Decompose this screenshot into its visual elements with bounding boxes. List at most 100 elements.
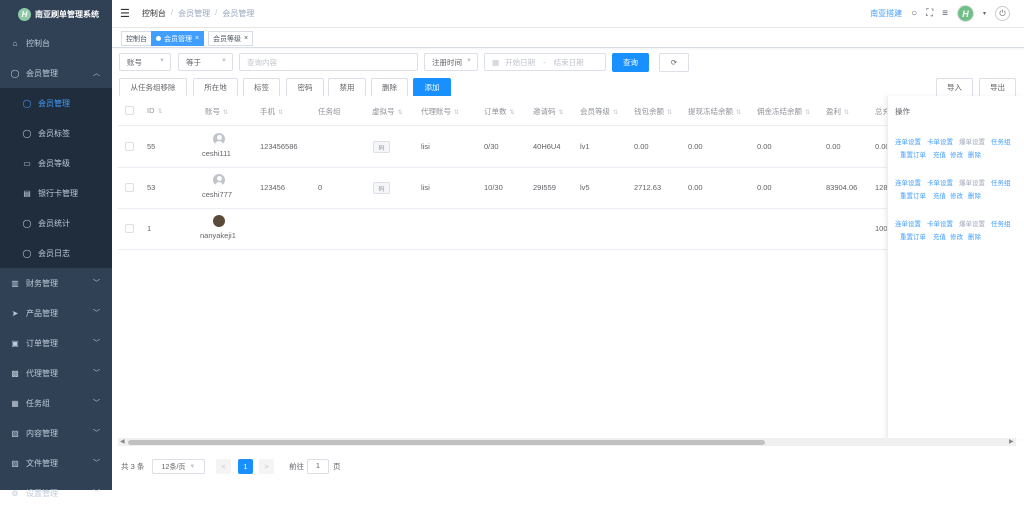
tag-dashboard[interactable]: 控制台 — [121, 31, 152, 46]
sidebar-item[interactable]: ▨ 文件管理 ﹀ — [0, 448, 112, 478]
page-size-select[interactable]: 12条/页 ▼ — [152, 459, 205, 474]
op-link[interactable]: 连单设置 — [895, 218, 921, 228]
user-avatar[interactable]: H — [956, 5, 974, 22]
disable-button[interactable]: 禁用 — [328, 78, 366, 97]
row-checkbox[interactable] — [125, 183, 134, 192]
column-header[interactable]: 订单数 ⇅ — [484, 106, 515, 117]
caret-down-icon[interactable]: ▾ — [983, 10, 986, 17]
delete-button[interactable]: 删除 — [371, 78, 408, 97]
column-header[interactable]: 邀请码 ⇅ — [533, 106, 564, 117]
tag-button[interactable]: 标签 — [243, 78, 280, 97]
close-icon[interactable]: × — [244, 35, 248, 42]
app-logo[interactable]: H 南亚刷单管理系统 — [0, 0, 112, 28]
op-link[interactable]: 修改 — [950, 231, 963, 241]
next-page-button[interactable]: > — [259, 459, 274, 474]
sidebar-item[interactable]: ◯ 会员标签 — [0, 118, 112, 148]
add-button[interactable]: 添加 — [413, 78, 451, 97]
op-link[interactable]: 删除 — [968, 231, 981, 241]
table-row[interactable]: 1 nanyakeji1 100 — [118, 209, 1016, 250]
sort-icon[interactable]: ⇅ — [805, 110, 810, 116]
export-button[interactable]: 导出 — [979, 78, 1016, 97]
date-type-select[interactable]: 注册时间 ▼ — [424, 53, 478, 71]
sidebar-item[interactable]: ▧ 内容管理 ﹀ — [0, 418, 112, 448]
breadcrumb-item[interactable]: 控制台 — [142, 8, 166, 19]
column-header[interactable]: 会员等级 ⇅ — [580, 106, 618, 117]
column-header[interactable]: 佣金冻结余额 ⇅ — [757, 106, 810, 117]
operator-select[interactable]: 等于 ▼ — [178, 53, 233, 71]
sidebar-item[interactable]: ▭ 会员等级 — [0, 148, 112, 178]
sort-icon[interactable]: ⇅ — [613, 110, 618, 116]
sidebar-item[interactable]: ⚙ 设置管理 ﹀ — [0, 478, 112, 508]
sort-icon[interactable]: ⇅ — [510, 110, 515, 116]
qr-code-icon[interactable]: 码 — [373, 182, 390, 194]
sort-icon[interactable]: ⇅ — [559, 110, 564, 116]
build-link[interactable]: 南亚搭建 — [870, 8, 902, 19]
date-range-picker[interactable]: ▦ 开始日期 - 结束日期 — [484, 53, 606, 71]
sidebar-item[interactable]: ➤ 产品管理 ﹀ — [0, 298, 112, 328]
column-header[interactable]: 手机 ⇅ — [260, 106, 283, 117]
column-header[interactable]: 虚拟号 ⇅ — [372, 106, 403, 117]
op-link[interactable]: 爆单设置 — [959, 177, 985, 187]
sort-icon[interactable]: ⇅ — [158, 109, 163, 115]
column-header[interactable]: 盈利 ⇅ — [826, 106, 849, 117]
sidebar-item[interactable]: ◯ 会员统计 — [0, 208, 112, 238]
hamburger-icon[interactable]: ☰ — [120, 7, 130, 20]
op-link[interactable]: 任务组 — [991, 177, 1011, 187]
sort-icon[interactable]: ⇅ — [736, 110, 741, 116]
table-row[interactable]: 53 ceshi777 123456 0 码 lisi 10/30 29I559 lv5 2712… — [118, 168, 1016, 209]
sidebar-item[interactable]: ▩ 代理管理 ﹀ — [0, 358, 112, 388]
op-link[interactable]: 修改 — [950, 190, 963, 200]
op-link[interactable]: 卡单设置 — [927, 136, 953, 146]
op-link[interactable]: 卡单设置 — [927, 218, 953, 228]
op-link[interactable]: 重置订单 — [900, 149, 926, 159]
close-icon[interactable]: × — [195, 35, 199, 42]
op-link[interactable]: 充值 — [933, 149, 946, 159]
op-link[interactable]: 修改 — [950, 149, 963, 159]
sort-icon[interactable]: ⇅ — [278, 110, 283, 116]
op-link[interactable]: 卡单设置 — [927, 177, 953, 187]
sort-icon[interactable]: ⇅ — [398, 110, 403, 116]
goto-page-input[interactable]: 1 — [307, 459, 329, 474]
op-link[interactable]: 爆单设置 — [959, 218, 985, 228]
op-link[interactable]: 重置订单 — [900, 190, 926, 200]
column-header[interactable]: 任务组 — [318, 106, 341, 117]
row-checkbox[interactable] — [125, 224, 134, 233]
fullscreen-icon[interactable]: ⛶ — [926, 8, 933, 19]
query-button[interactable]: 查询 — [612, 53, 649, 72]
op-link[interactable]: 连单设置 — [895, 177, 921, 187]
page-number-current[interactable]: 1 — [238, 459, 253, 474]
op-link[interactable]: 删除 — [968, 149, 981, 159]
sidebar-item[interactable]: ▦ 任务组 ﹀ — [0, 388, 112, 418]
column-header[interactable]: 钱包余额 ⇅ — [634, 106, 672, 117]
column-header[interactable]: 账号 ⇅ — [205, 106, 228, 117]
settings-sliders-icon[interactable]: ≡ — [942, 8, 948, 19]
op-link[interactable]: 删除 — [968, 190, 981, 200]
scrollbar-thumb[interactable] — [128, 440, 765, 445]
sidebar-item[interactable]: ⌂ 控制台 — [0, 28, 112, 58]
sidebar-item[interactable]: ◯ 会员管理 ︿ — [0, 58, 112, 88]
column-header[interactable]: 代理账号 ⇅ — [421, 106, 459, 117]
sidebar-item[interactable]: ▣ 订单管理 ﹀ — [0, 328, 112, 358]
sort-icon[interactable]: ⇅ — [223, 110, 228, 116]
refresh-button[interactable]: ⟳ — [659, 53, 689, 72]
search-icon[interactable]: ○ — [911, 8, 917, 19]
column-header[interactable]: ID ⇅ — [147, 106, 163, 115]
op-link[interactable]: 任务组 — [991, 136, 1011, 146]
tag-member-level[interactable]: 会员等级 × — [208, 31, 254, 46]
sidebar-item[interactable]: ▤ 银行卡管理 — [0, 178, 112, 208]
op-link[interactable]: 任务组 — [991, 218, 1011, 228]
row-checkbox[interactable] — [125, 142, 134, 151]
op-link[interactable]: 爆单设置 — [959, 136, 985, 146]
column-header[interactable]: 提现冻结余额 ⇅ — [688, 106, 741, 117]
scroll-left-icon[interactable]: ◀ — [120, 438, 125, 445]
password-button[interactable]: 密码 — [286, 78, 324, 97]
op-link[interactable]: 连单设置 — [895, 136, 921, 146]
import-button[interactable]: 导入 — [936, 78, 973, 97]
sidebar-item[interactable]: ◯ 会员管理 — [0, 88, 112, 118]
sort-icon[interactable]: ⇅ — [667, 110, 672, 116]
tag-member-management[interactable]: 会员管理 × — [151, 31, 205, 46]
table-row[interactable]: 55 ceshi111 123456586 码 lisi 0/30 40H6U4 lv1 0.0… — [118, 127, 1016, 168]
sort-icon[interactable]: ⇅ — [844, 110, 849, 116]
op-link[interactable]: 充值 — [933, 231, 946, 241]
prev-page-button[interactable]: < — [216, 459, 231, 474]
